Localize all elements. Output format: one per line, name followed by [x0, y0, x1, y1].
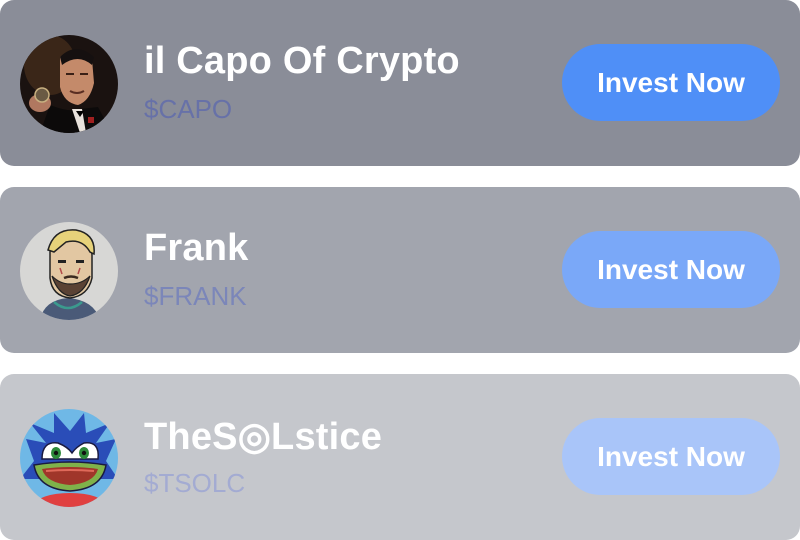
- token-list: il Capo Of Crypto $CAPO Invest Now Frank…: [0, 0, 800, 540]
- token-name: TheS◎Lstice: [144, 416, 383, 458]
- invest-now-button[interactable]: Invest Now: [562, 418, 780, 495]
- bearded-man-cartoon-icon: [20, 222, 118, 320]
- token-ticker: $FRANK: [144, 281, 247, 311]
- godfather-portrait-icon: [20, 35, 118, 133]
- token-card-tsolc[interactable]: TheS◎Lstice $TSOLC Invest Now: [0, 374, 800, 540]
- blue-hedgehog-frog-icon: [20, 409, 118, 507]
- invest-now-button[interactable]: Invest Now: [562, 231, 780, 308]
- token-ticker: $TSOLC: [144, 468, 246, 498]
- capo-avatar: [20, 35, 118, 133]
- token-name: Frank: [144, 227, 249, 269]
- token-name: il Capo Of Crypto: [144, 40, 460, 82]
- tsolc-avatar: [20, 409, 118, 507]
- frank-avatar: [20, 222, 118, 320]
- token-card-capo[interactable]: il Capo Of Crypto $CAPO Invest Now: [0, 0, 800, 166]
- invest-now-button[interactable]: Invest Now: [562, 44, 780, 121]
- token-card-frank[interactable]: Frank $FRANK Invest Now: [0, 187, 800, 353]
- token-ticker: $CAPO: [144, 94, 233, 124]
